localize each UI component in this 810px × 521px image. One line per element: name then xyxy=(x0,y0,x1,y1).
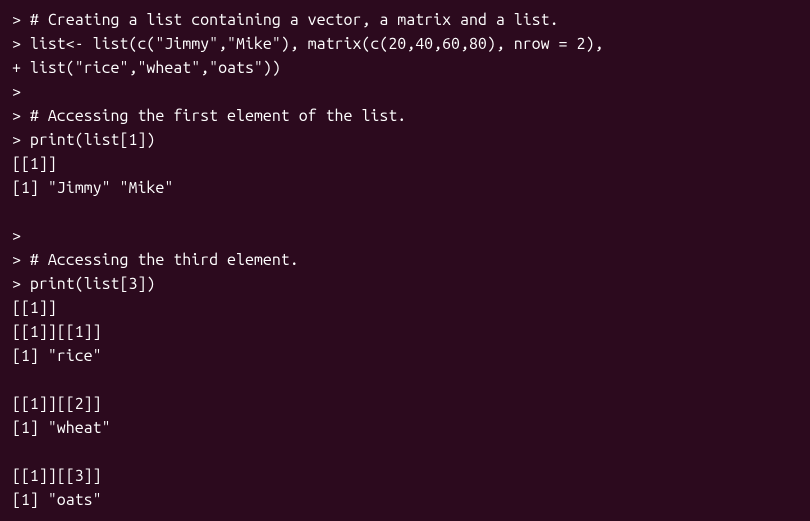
output-line: [[1]][[1]] xyxy=(12,320,798,344)
output-line: [1] "oats" xyxy=(12,488,798,512)
code-line: > # Accessing the third element. xyxy=(12,248,798,272)
blank-line xyxy=(12,200,798,224)
output-line: [1] "rice" xyxy=(12,344,798,368)
output-line: [1] "Jimmy" "Mike" xyxy=(12,176,798,200)
output-line: [[1]][[3]] xyxy=(12,464,798,488)
blank-line xyxy=(12,368,798,392)
code-line: + list("rice","wheat","oats")) xyxy=(12,56,798,80)
code-line: > print(list[1]) xyxy=(12,128,798,152)
code-line: > xyxy=(12,80,798,104)
output-line: [[1]][[2]] xyxy=(12,392,798,416)
output-line: [[1]] xyxy=(12,152,798,176)
code-line: > # Creating a list containing a vector,… xyxy=(12,8,798,32)
output-line: [[1]] xyxy=(12,296,798,320)
blank-line xyxy=(12,440,798,464)
code-line: > xyxy=(12,224,798,248)
code-line: > print(list[3]) xyxy=(12,272,798,296)
output-line: [1] "wheat" xyxy=(12,416,798,440)
code-line: > # Accessing the first element of the l… xyxy=(12,104,798,128)
terminal-output: > # Creating a list containing a vector,… xyxy=(12,8,798,512)
code-line: > list<- list(c("Jimmy","Mike"), matrix(… xyxy=(12,32,798,56)
